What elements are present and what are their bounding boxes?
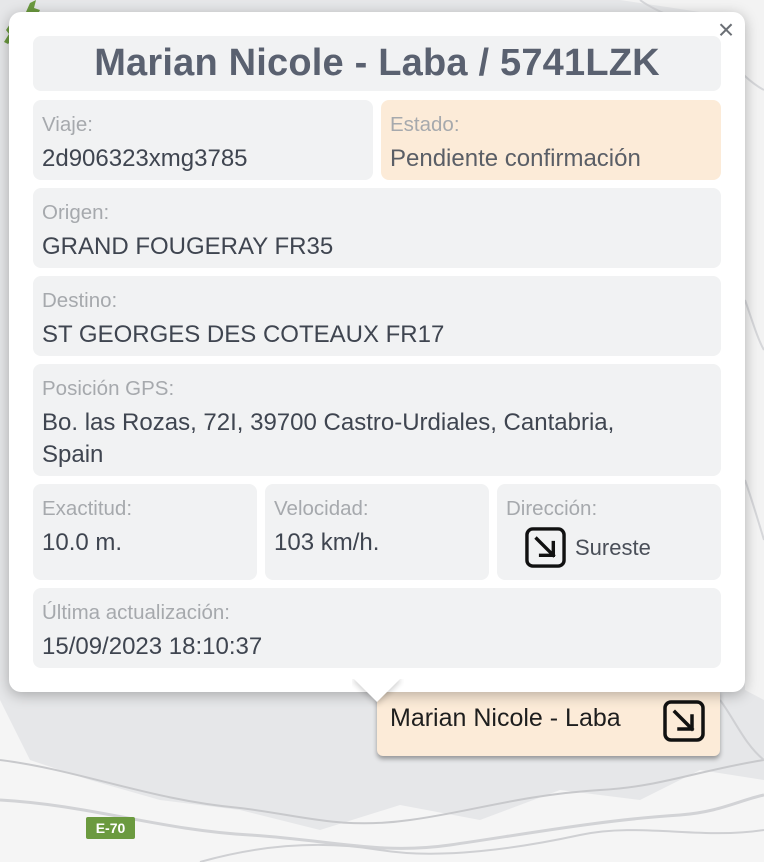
arrow-down-right-icon — [663, 700, 705, 742]
origin-label: Origen: — [42, 201, 110, 224]
direction-value: Sureste — [575, 534, 651, 560]
speed-value: 103 km/h. — [274, 529, 380, 556]
direction-label: Dirección: — [506, 497, 598, 520]
status-value: Pendiente confirmación — [390, 145, 641, 172]
popup-pointer — [352, 679, 404, 713]
accuracy-value: 10.0 m. — [42, 529, 123, 556]
vehicle-label[interactable]: Marian Nicole - Laba — [377, 690, 720, 756]
origin-value: GRAND FOUGERAY FR35 — [42, 233, 334, 260]
destination-card: Destino: ST GEORGES DES COTEAUX FR17 — [33, 276, 721, 356]
gps-label: Posición GPS: — [42, 377, 175, 400]
accuracy-label: Exactitud: — [42, 497, 133, 520]
last-update-label: Última actualización: — [42, 601, 230, 624]
arrow-down-right-icon — [525, 527, 566, 568]
speed-label: Velocidad: — [274, 497, 369, 520]
speed-card: Velocidad: 103 km/h. — [265, 484, 489, 580]
vehicle-info-popup: × Marian Nicole - Laba / 5741LZK Viaje: … — [9, 12, 745, 692]
trip-value: 2d906323xmg3785 — [42, 145, 248, 172]
destination-value: ST GEORGES DES COTEAUX FR17 — [42, 321, 445, 348]
trip-label: Viaje: — [42, 113, 93, 136]
status-label: Estado: — [390, 113, 460, 136]
origin-card: Origen: GRAND FOUGERAY FR35 — [33, 188, 721, 268]
last-update-value: 15/09/2023 18:10:37 — [42, 633, 263, 660]
vehicle-label-name: Marian Nicole - Laba — [390, 704, 621, 732]
destination-label: Destino: — [42, 289, 118, 312]
popup-title: Marian Nicole - Laba / 5741LZK — [94, 42, 660, 84]
trip-card: Viaje: 2d906323xmg3785 — [33, 100, 373, 180]
accuracy-card: Exactitud: 10.0 m. — [33, 484, 257, 580]
title-card: Marian Nicole - Laba / 5741LZK — [33, 36, 721, 91]
direction-card: Dirección: Sureste — [497, 484, 721, 580]
road-badge-e70: E-70 — [86, 817, 135, 839]
gps-card: Posición GPS: Bo. las Rozas, 72I, 39700 … — [33, 364, 721, 476]
status-card: Estado: Pendiente confirmación — [381, 100, 721, 180]
direction-row: Sureste — [525, 527, 651, 568]
gps-value: Bo. las Rozas, 72I, 39700 Castro-Urdiale… — [42, 409, 615, 468]
last-update-card: Última actualización: 15/09/2023 18:10:3… — [33, 588, 721, 668]
